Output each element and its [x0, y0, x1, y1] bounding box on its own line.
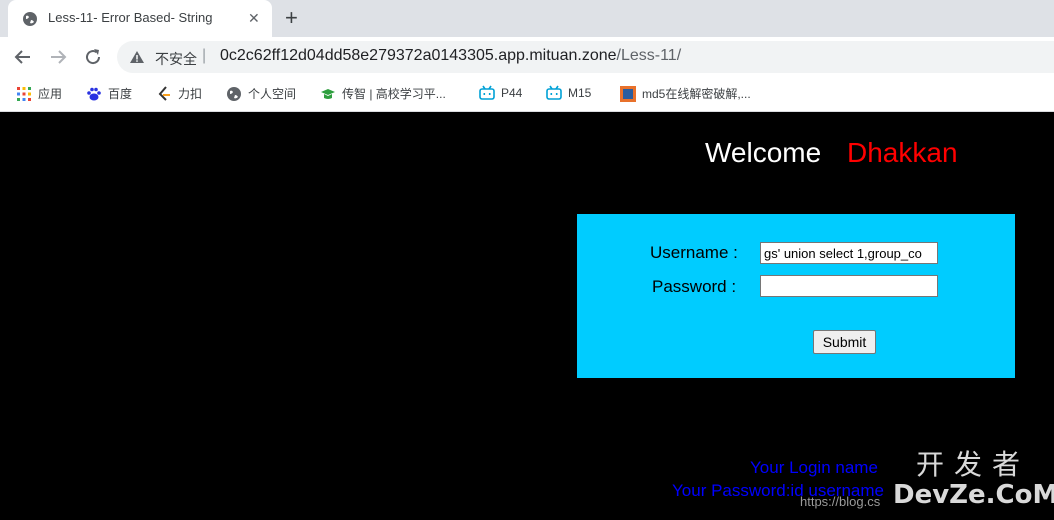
submit-button[interactable]: Submit: [813, 330, 876, 354]
bookmark-m15[interactable]: M15: [546, 85, 591, 103]
browser-tab[interactable]: Less-11- Error Based- String ✕: [8, 0, 272, 37]
bookmark-personal-space[interactable]: 个人空间: [226, 85, 296, 103]
address-bar[interactable]: 不安全 | 0c2c62ff12d04dd58e279372a0143305.a…: [117, 41, 1054, 73]
bookmark-label: 传智 | 高校学习平...: [342, 87, 446, 101]
graduation-cap-icon: [321, 88, 335, 99]
url-text[interactable]: 0c2c62ff12d04dd58e279372a0143305.app.mit…: [220, 47, 681, 65]
url-host: 0c2c62ff12d04dd58e279372a0143305.app.mit…: [220, 47, 617, 64]
bookmark-chuanzhi[interactable]: 传智 | 高校学习平...: [320, 85, 446, 103]
leetcode-icon: [158, 85, 170, 101]
apps-grid-icon: [17, 86, 31, 101]
baidu-paw-icon: [87, 87, 101, 100]
bookmark-baidu[interactable]: 百度: [86, 85, 132, 103]
username-label: Username :: [650, 243, 738, 262]
watermark-line1: 开发者: [915, 448, 1030, 481]
back-arrow-icon[interactable]: [11, 45, 35, 69]
tab-strip: Less-11- Error Based- String ✕ +: [0, 0, 1054, 37]
password-input[interactable]: [760, 275, 938, 297]
bilibili-icon: [479, 85, 495, 100]
not-secure-label: 不安全: [155, 51, 197, 67]
bookmark-label: 百度: [108, 87, 133, 101]
bookmark-apps[interactable]: 应用: [16, 85, 62, 103]
username-input[interactable]: [760, 242, 938, 264]
bookmark-p44[interactable]: P44: [479, 85, 522, 103]
cmd5-icon: [620, 85, 636, 102]
login-form: Username : Password : Submit: [577, 214, 1015, 378]
url-path: /Less-11/: [616, 47, 682, 64]
bookmark-label: M15: [568, 86, 592, 100]
password-label: Password :: [652, 277, 737, 296]
bookmark-label: 应用: [38, 87, 63, 101]
globe-icon: [227, 86, 241, 101]
forward-arrow-icon[interactable]: [46, 45, 70, 69]
reload-icon[interactable]: [81, 45, 105, 69]
welcome-text: Welcome: [705, 137, 822, 168]
welcome-username: Dhakkan: [847, 137, 958, 168]
warning-triangle-icon: [130, 51, 144, 63]
browser-toolbar: 不安全 | 0c2c62ff12d04dd58e279372a0143305.a…: [0, 37, 1054, 77]
bookmark-cmd5[interactable]: md5在线解密破解,...: [620, 85, 751, 103]
bookmark-label: 个人空间: [248, 87, 297, 101]
watermark-line2: DevZe.CoM: [893, 480, 1054, 510]
bookmark-label: md5在线解密破解,...: [642, 87, 751, 101]
new-tab-button[interactable]: +: [285, 5, 298, 31]
bookmark-label: 力扣: [178, 87, 203, 101]
login-name-result: Your Login name: [750, 458, 878, 477]
tab-close-icon[interactable]: ✕: [248, 10, 260, 26]
bookmarks-bar: 应用 百度 力扣 个人空间 传智 | 高校学习平... P44 M15 md5在…: [0, 77, 1054, 112]
site-watermark: 开发者 DevZe.CoM: [893, 448, 1054, 511]
footer-url-watermark: https://blog.cs: [800, 494, 881, 509]
bookmark-label: P44: [501, 86, 523, 100]
bookmark-leetcode[interactable]: 力扣: [156, 85, 202, 103]
bilibili-icon: [546, 85, 562, 100]
tab-title: Less-11- Error Based- String: [48, 10, 213, 25]
page-content: Welcome Dhakkan Username : Password : Su…: [0, 112, 1054, 520]
globe-icon: [23, 12, 37, 26]
url-separator: |: [202, 47, 207, 64]
